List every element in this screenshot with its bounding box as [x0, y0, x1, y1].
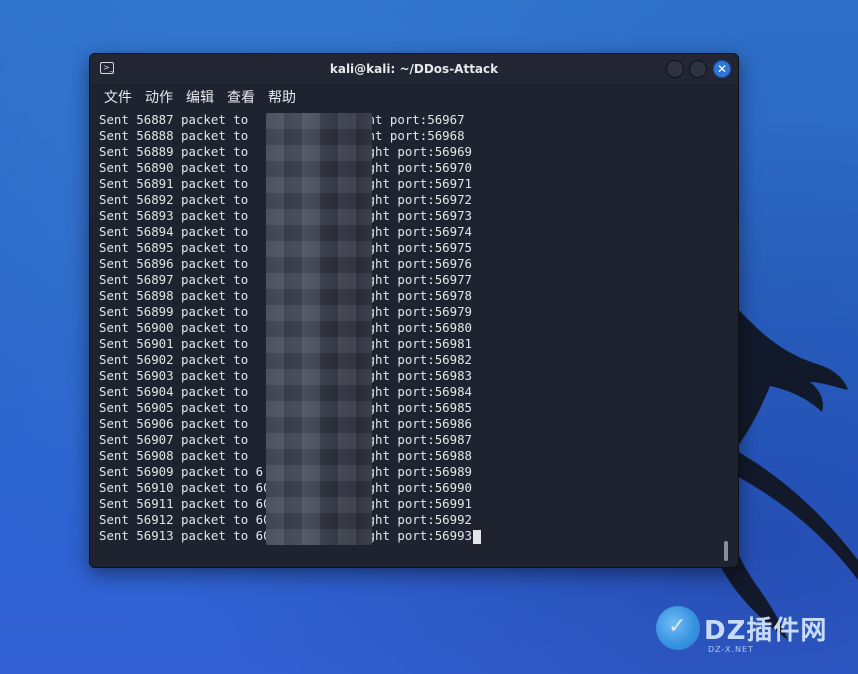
terminal-line: Sent 56908 packet to .21 throught port:5… — [99, 448, 472, 463]
terminal-line: Sent 56906 packet to .21 throught port:5… — [99, 416, 472, 431]
text-cursor — [473, 529, 481, 544]
terminal-line: Sent 56895 packet to 1 throught port:569… — [99, 240, 472, 255]
terminal-line: Sent 56896 packet to 1 throught port:569… — [99, 256, 472, 271]
terminal-line: Sent 56891 packet to 1 throught port:569… — [99, 176, 472, 191]
close-button[interactable]: ✕ — [713, 60, 731, 78]
terminal-line: Sent 56902 packet to .21 throught port:5… — [99, 352, 472, 367]
title-bar[interactable]: >_ kali@kali: ~/DDos-Attack ✕ — [90, 54, 738, 84]
terminal-line: Sent 56893 packet to 1 throught port:569… — [99, 208, 472, 223]
menu-help[interactable]: 帮助 — [268, 87, 296, 107]
menu-bar: 文件 动作 编辑 查看 帮助 — [90, 84, 738, 110]
terminal-line: Sent 56897 packet to 1 throught port:569… — [99, 272, 472, 287]
terminal-line: Sent 56892 packet to 1 throught port:569… — [99, 192, 472, 207]
terminal-line: Sent 56912 packet to 60 3.21 throught po… — [99, 512, 472, 527]
close-icon: ✕ — [716, 62, 728, 76]
terminal-line: Sent 56911 packet to 60 3.21 throught po… — [99, 496, 472, 511]
terminal-line: Sent 56910 packet to 60 .21 throught por… — [99, 480, 472, 495]
terminal-line: Sent 56887 packet to throught port:56967 — [99, 112, 465, 127]
scrollbar-thumb[interactable] — [724, 541, 728, 561]
terminal-line: Sent 56901 packet to 21 throught port:56… — [99, 336, 472, 351]
watermark-logo-icon: ✓ — [656, 606, 700, 650]
terminal-line: Sent 56888 packet to throught port:56968 — [99, 128, 465, 143]
watermark-text: DZ插件网 — [704, 615, 828, 646]
terminal-line: Sent 56889 packet to 1 throught port:569… — [99, 144, 472, 159]
terminal-line: Sent 56898 packet to 1 throught port:569… — [99, 288, 472, 303]
terminal-window[interactable]: >_ kali@kali: ~/DDos-Attack ✕ 文件 动作 编辑 查… — [89, 53, 739, 568]
terminal-line: Sent 56909 packet to 6 .21 throught port… — [99, 464, 472, 479]
terminal-line: Sent 56904 packet to .21 throught port:5… — [99, 384, 472, 399]
menu-view[interactable]: 查看 — [227, 87, 255, 107]
menu-action[interactable]: 动作 — [145, 87, 173, 107]
redacted-ip-mosaic — [266, 113, 372, 545]
watermark-subtext: DZ-X.NET — [708, 645, 754, 654]
terminal-line: Sent 56899 packet to 21 throught port:56… — [99, 304, 472, 319]
terminal-line: Sent 56903 packet to .21 throught port:5… — [99, 368, 472, 383]
terminal-line: Sent 56913 packet to 60 3.21 throught po… — [99, 528, 720, 544]
terminal-icon: >_ — [100, 62, 114, 74]
terminal-line: Sent 56907 packet to .21 throught port:5… — [99, 432, 472, 447]
terminal-output[interactable]: Sent 56887 packet to throught port:56967… — [90, 110, 720, 560]
terminal-line: Sent 56905 packet to .21 throught port:5… — [99, 400, 472, 415]
terminal-line: Sent 56890 packet to 1 throught port:569… — [99, 160, 472, 175]
maximize-button[interactable] — [689, 60, 707, 78]
menu-edit[interactable]: 编辑 — [186, 87, 214, 107]
terminal-line: Sent 56900 packet to 21 throught port:56… — [99, 320, 472, 335]
minimize-button[interactable] — [666, 60, 684, 78]
watermark: ✓ DZ插件网 — [656, 606, 827, 650]
window-title: kali@kali: ~/DDos-Attack — [329, 62, 499, 76]
menu-file[interactable]: 文件 — [104, 87, 132, 107]
terminal-line: Sent 56894 packet to 1 throught port:569… — [99, 224, 472, 239]
